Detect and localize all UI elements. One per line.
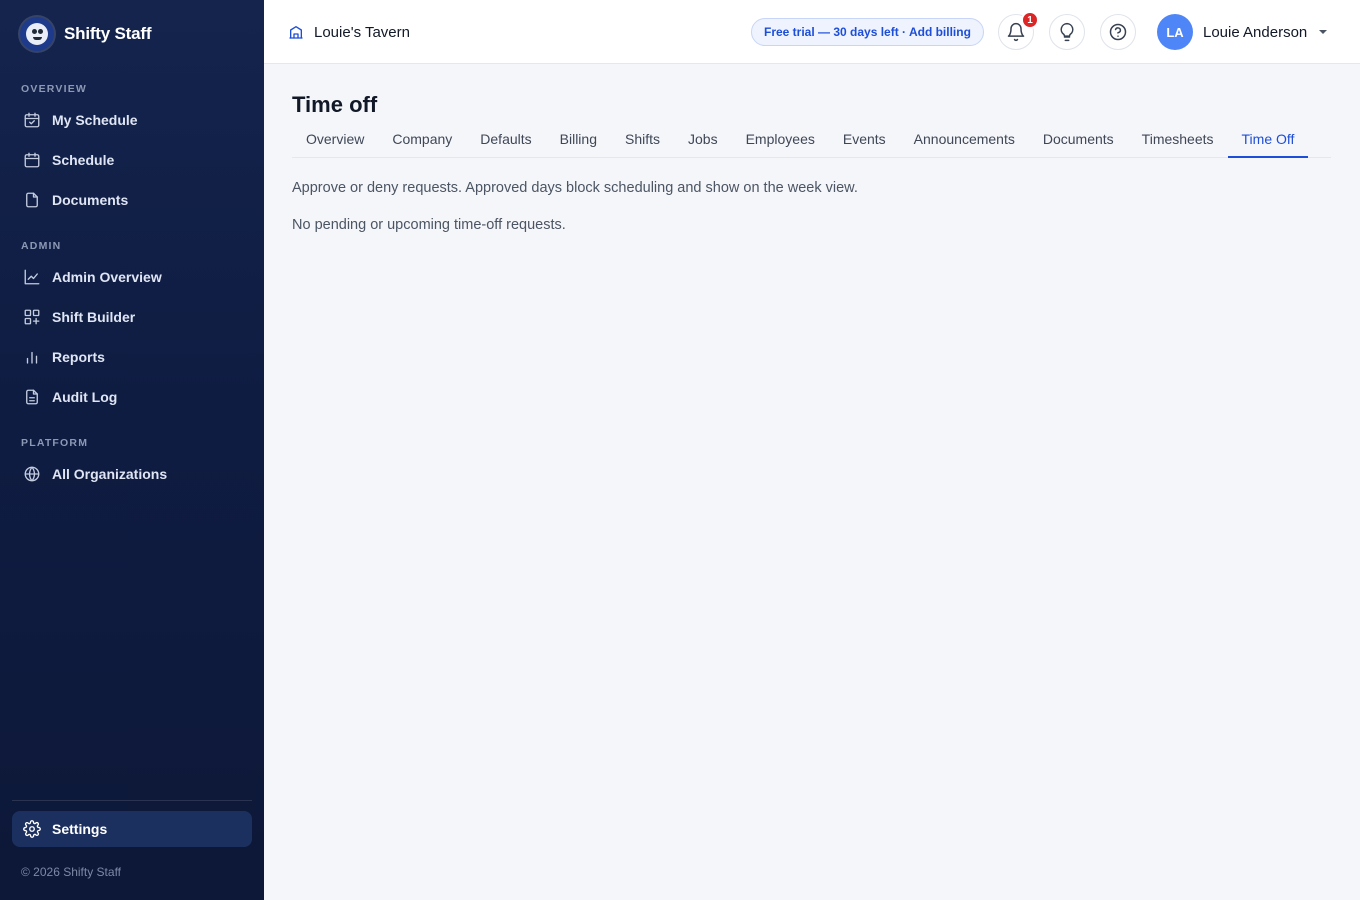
- sidebar-item-label: My Schedule: [52, 112, 138, 128]
- tab-timesheets[interactable]: Timesheets: [1128, 122, 1228, 158]
- trial-banner-button[interactable]: Free trial — 30 days left · Add billing: [751, 18, 984, 46]
- sidebar-item-reports[interactable]: Reports: [12, 339, 252, 375]
- question-icon: [1109, 23, 1127, 41]
- caret-down-icon: [1319, 30, 1328, 34]
- avatar: LA: [1157, 14, 1193, 50]
- org-switcher[interactable]: Louie's Tavern: [288, 20, 410, 44]
- sidebar-item-documents[interactable]: Documents: [12, 182, 252, 218]
- file-icon: [26, 192, 38, 208]
- page-title: Time off: [292, 92, 378, 117]
- notification-badge: 1: [1021, 11, 1039, 29]
- building-icon: [289, 26, 303, 39]
- page-description: Approve or deny requests. Approved days …: [292, 180, 858, 196]
- logo-icon: [20, 17, 54, 51]
- lightbulb-icon: [1060, 22, 1074, 42]
- line-chart-icon: [24, 269, 40, 285]
- sidebar-item-label: Documents: [52, 192, 129, 208]
- section-label-overview: OVERVIEW: [21, 83, 88, 95]
- copyright: © 2026 Shifty Staff: [21, 865, 122, 879]
- sidebar-item-label: Settings: [52, 821, 108, 837]
- tab-documents[interactable]: Documents: [1029, 122, 1128, 158]
- notifications-button[interactable]: 1: [998, 11, 1039, 50]
- help-button[interactable]: [1100, 14, 1136, 50]
- tips-button[interactable]: [1049, 14, 1085, 50]
- sidebar-item-audit-log[interactable]: Audit Log: [12, 379, 252, 415]
- sidebar-item-shift-builder[interactable]: Shift Builder: [12, 299, 252, 335]
- tab-company[interactable]: Company: [378, 122, 466, 158]
- sidebar-item-label: Audit Log: [52, 389, 118, 405]
- org-name: Louie's Tavern: [314, 23, 410, 41]
- sidebar-item-label: Admin Overview: [52, 269, 162, 285]
- sidebar-item-my-schedule[interactable]: My Schedule: [12, 102, 252, 138]
- file-text-icon: [26, 389, 38, 405]
- calendar-icon: [24, 152, 40, 168]
- sidebar-item-settings[interactable]: Settings: [12, 811, 252, 847]
- tab-overview[interactable]: Overview: [292, 122, 378, 158]
- tab-employees[interactable]: Employees: [732, 122, 829, 158]
- sidebar-item-label: Reports: [52, 349, 105, 365]
- grid-plus-icon: [24, 309, 40, 325]
- sidebar-divider: [12, 800, 252, 801]
- section-label-admin: ADMIN: [21, 240, 62, 252]
- sidebar-item-label: All Organizations: [52, 466, 168, 482]
- globe-icon: [24, 466, 40, 482]
- sidebar-item-admin-overview[interactable]: Admin Overview: [12, 259, 252, 295]
- empty-state-text: No pending or upcoming time-off requests…: [292, 217, 566, 233]
- sidebar-item-label: Shift Builder: [52, 309, 136, 325]
- sidebar-item-all-organizations[interactable]: All Organizations: [12, 456, 252, 492]
- brand[interactable]: Shifty Staff: [20, 16, 152, 52]
- settings-tabs: Overview Company Defaults Billing Shifts…: [292, 122, 1331, 158]
- tab-billing[interactable]: Billing: [546, 122, 611, 158]
- user-name: Louie Anderson: [1203, 23, 1308, 41]
- tab-jobs[interactable]: Jobs: [674, 122, 732, 158]
- sidebar-item-label: Schedule: [52, 152, 115, 168]
- sidebar-item-schedule[interactable]: Schedule: [12, 142, 252, 178]
- sidebar: Shifty Staff OVERVIEW My Schedule Schedu…: [0, 0, 264, 900]
- top-bar: Louie's Tavern Free trial — 30 days left…: [264, 0, 1360, 64]
- tab-time-off[interactable]: Time Off: [1227, 122, 1309, 158]
- section-label-platform: PLATFORM: [21, 437, 89, 449]
- tab-announcements[interactable]: Announcements: [900, 122, 1029, 158]
- gear-icon: [23, 820, 41, 838]
- calendar-check-icon: [24, 112, 40, 128]
- user-menu[interactable]: LA Louie Anderson: [1157, 14, 1329, 50]
- tab-shifts[interactable]: Shifts: [611, 122, 674, 158]
- bar-chart-icon: [26, 351, 38, 364]
- brand-name: Shifty Staff: [64, 24, 152, 43]
- tab-defaults[interactable]: Defaults: [466, 122, 545, 158]
- tab-events[interactable]: Events: [829, 122, 900, 158]
